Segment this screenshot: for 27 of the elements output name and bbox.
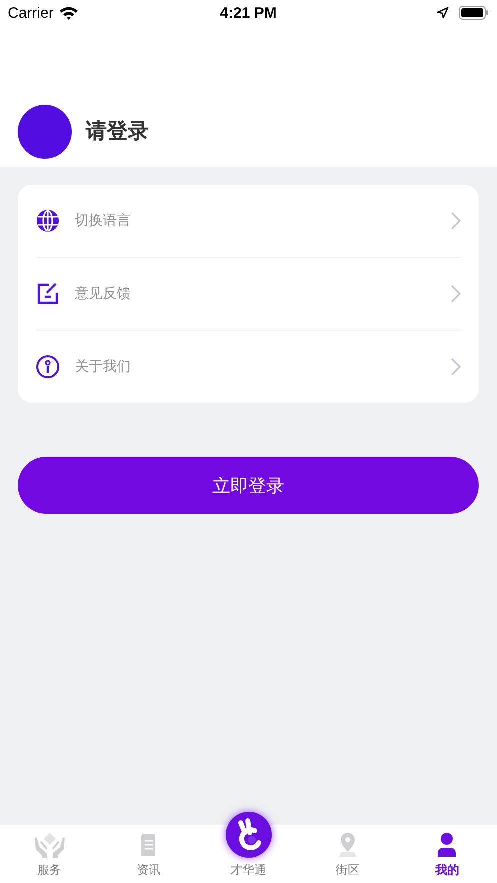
menu-label: 关于我们: [75, 358, 132, 376]
menu-label: 切换语言: [75, 212, 132, 230]
chevron-icon: [451, 212, 461, 230]
menu-item[interactable]: 意见反馈: [36, 258, 461, 330]
location-arrow-icon: [437, 7, 449, 19]
chevron-icon: [451, 358, 461, 376]
menu-item[interactable]: 切换语言: [36, 185, 461, 257]
hand-logo-icon: [226, 812, 272, 858]
globe-icon: [36, 209, 60, 233]
menu-label: 意见反馈: [75, 285, 132, 303]
chevron-icon: [451, 285, 461, 303]
tab-item[interactable]: 才华通: [198, 812, 298, 883]
tab-item[interactable]: 街区: [298, 812, 398, 883]
edit-icon: [36, 282, 60, 306]
battery-icon: [459, 6, 489, 20]
hands-icon: [34, 832, 65, 858]
avatar[interactable]: [18, 104, 72, 158]
wifi-icon: [58, 6, 79, 20]
carrier-text: Carrier: [8, 4, 54, 22]
menu-item[interactable]: 关于我们: [36, 331, 461, 403]
tab-item[interactable]: 资讯: [99, 812, 199, 883]
tab-item[interactable]: 服务: [0, 812, 100, 883]
login-button[interactable]: 立即登录: [18, 457, 479, 514]
tab-item[interactable]: 我的: [398, 812, 497, 883]
clock-text: 4:21 PM: [220, 4, 277, 22]
login-prompt[interactable]: 请登录: [86, 121, 149, 142]
info-icon: [36, 355, 60, 379]
